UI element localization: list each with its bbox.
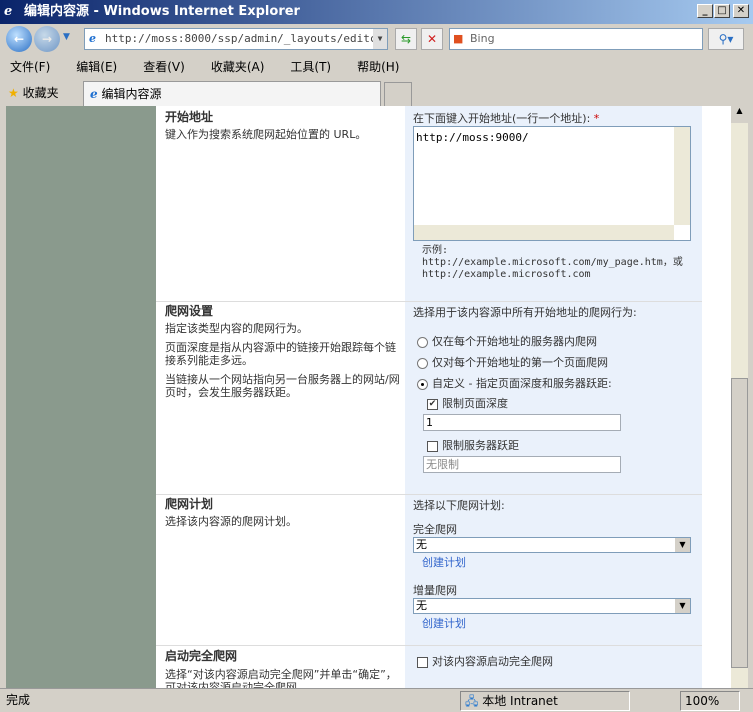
network-icon: 🖧 — [465, 694, 479, 708]
crawl-schedule-title: 爬网计划 — [165, 497, 214, 511]
limit-depth-checkbox[interactable]: ✔ 限制页面深度 — [427, 395, 508, 411]
full-crawl-label: 完全爬网 — [413, 523, 457, 536]
history-dropdown-icon[interactable]: ▼ — [63, 32, 70, 42]
crawl-schedule-desc: 选择该内容源的爬网计划。 — [165, 515, 297, 528]
maximize-button[interactable]: □ — [714, 4, 730, 18]
scroll-thumb[interactable] — [731, 378, 748, 668]
crawl-schedule-label: 选择以下爬网计划: — [413, 499, 505, 512]
start-full-crawl-title: 启动完全爬网 — [165, 649, 238, 663]
search-input[interactable]: ■ Bing — [449, 28, 703, 50]
divider — [156, 494, 702, 495]
address-dropdown-icon[interactable]: ▼ — [373, 29, 387, 49]
crawl-settings-desc: 指定该类型内容的爬网行为。 页面深度是指从内容源中的链接开始跟踪每个链接系列能走多… — [165, 322, 400, 399]
menu-help[interactable]: 帮助(H) — [357, 60, 399, 74]
scroll-up-icon: ▲ — [731, 106, 748, 123]
chevron-down-icon: ▼ — [675, 538, 690, 552]
create-full-schedule-link[interactable]: 创建计划 — [422, 554, 466, 570]
favorites-button[interactable]: ★ 收藏夹 — [8, 84, 59, 101]
close-button[interactable]: ✕ — [733, 4, 749, 18]
back-button[interactable]: ← — [6, 26, 32, 52]
menu-favorites[interactable]: 收藏夹(A) — [211, 60, 265, 74]
forward-button[interactable]: → — [34, 26, 60, 52]
radio-server-only[interactable]: 仅在每个开始地址的服务器内爬网 — [417, 333, 597, 349]
start-address-example: 示例: http://example.microsoft.com/my_page.… — [422, 245, 683, 280]
left-navigation — [6, 106, 156, 688]
depth-input[interactable]: 1 — [423, 414, 621, 431]
hops-input[interactable]: 无限制 — [423, 456, 621, 473]
ie-icon: e — [4, 4, 13, 19]
start-address-desc: 键入作为搜索系统爬网起始位置的 URL。 — [165, 128, 367, 141]
menu-view[interactable]: 查看(V) — [143, 60, 185, 74]
menu-tools[interactable]: 工具(T) — [290, 60, 331, 74]
page-icon: e — [89, 32, 96, 45]
status-bar: 完成 🖧 本地 Intranet 100% — [0, 688, 753, 712]
start-full-crawl-checkbox[interactable]: 对该内容源启动完全爬网 — [417, 653, 553, 669]
address-bar[interactable]: e http://moss:8000/ssp/admin/_layouts/ed… — [84, 28, 388, 50]
search-button[interactable]: ⚲▾ — [708, 28, 744, 50]
menu-file[interactable]: 文件(F) — [10, 60, 50, 74]
tab-current[interactable]: e 编辑内容源 — [83, 81, 381, 106]
page-content: 开始地址 键入作为搜索系统爬网起始位置的 URL。 在下面键入开始地址(一行一个… — [6, 106, 731, 688]
crawl-settings-title: 爬网设置 — [165, 304, 214, 318]
start-full-crawl-desc: 选择“对该内容源启动完全爬网”并单击“确定”，可对该内容源启动完全爬网。 — [165, 668, 397, 688]
star-icon: ★ — [8, 86, 19, 100]
page-scrollbar[interactable]: ▲ — [731, 106, 748, 688]
limit-hops-checkbox[interactable]: 限制服务器跃距 — [427, 437, 519, 453]
start-address-title: 开始地址 — [165, 110, 214, 124]
status-text: 完成 — [6, 693, 31, 707]
minimize-button[interactable]: _ — [697, 4, 713, 18]
zone-indicator: 🖧 本地 Intranet — [460, 691, 630, 711]
bing-icon: ■ — [453, 32, 464, 45]
textarea-hscroll[interactable] — [414, 225, 674, 240]
chevron-down-icon: ▼ — [675, 599, 690, 613]
create-incremental-schedule-link[interactable]: 创建计划 — [422, 615, 466, 631]
full-crawl-select[interactable]: 无 ▼ — [413, 537, 691, 553]
ie-tab-icon: e — [90, 87, 98, 101]
stop-button[interactable]: ✕ — [421, 28, 443, 50]
textarea-vscroll[interactable] — [674, 127, 690, 225]
radio-custom[interactable]: 自定义 - 指定页面深度和服务器跃距: — [417, 375, 612, 391]
incremental-crawl-label: 增量爬网 — [413, 584, 457, 597]
zoom-control[interactable]: 100% — [680, 691, 740, 711]
radio-first-page[interactable]: 仅对每个开始地址的第一个页面爬网 — [417, 354, 608, 370]
start-address-label: 在下面键入开始地址(一行一个地址): * — [413, 112, 600, 125]
address-text: http://moss:8000/ssp/admin/_layouts/edit… — [105, 32, 388, 45]
incremental-crawl-select[interactable]: 无 ▼ — [413, 598, 691, 614]
refresh-button[interactable]: ⇆ — [395, 28, 417, 50]
menu-bar: 文件(F) 编辑(E) 查看(V) 收藏夹(A) 工具(T) 帮助(H) — [6, 56, 421, 78]
crawl-behavior-label: 选择用于该内容源中所有开始地址的爬网行为: — [413, 306, 637, 319]
divider — [156, 301, 702, 302]
title-bar: e 编辑内容源 - Windows Internet Explorer _ □ … — [0, 0, 753, 24]
start-address-textarea[interactable]: http://moss:9000/ — [413, 126, 691, 241]
menu-edit[interactable]: 编辑(E) — [76, 60, 117, 74]
window-title: 编辑内容源 - Windows Internet Explorer — [24, 4, 300, 19]
new-tab-button[interactable] — [384, 82, 412, 106]
divider — [156, 645, 702, 646]
